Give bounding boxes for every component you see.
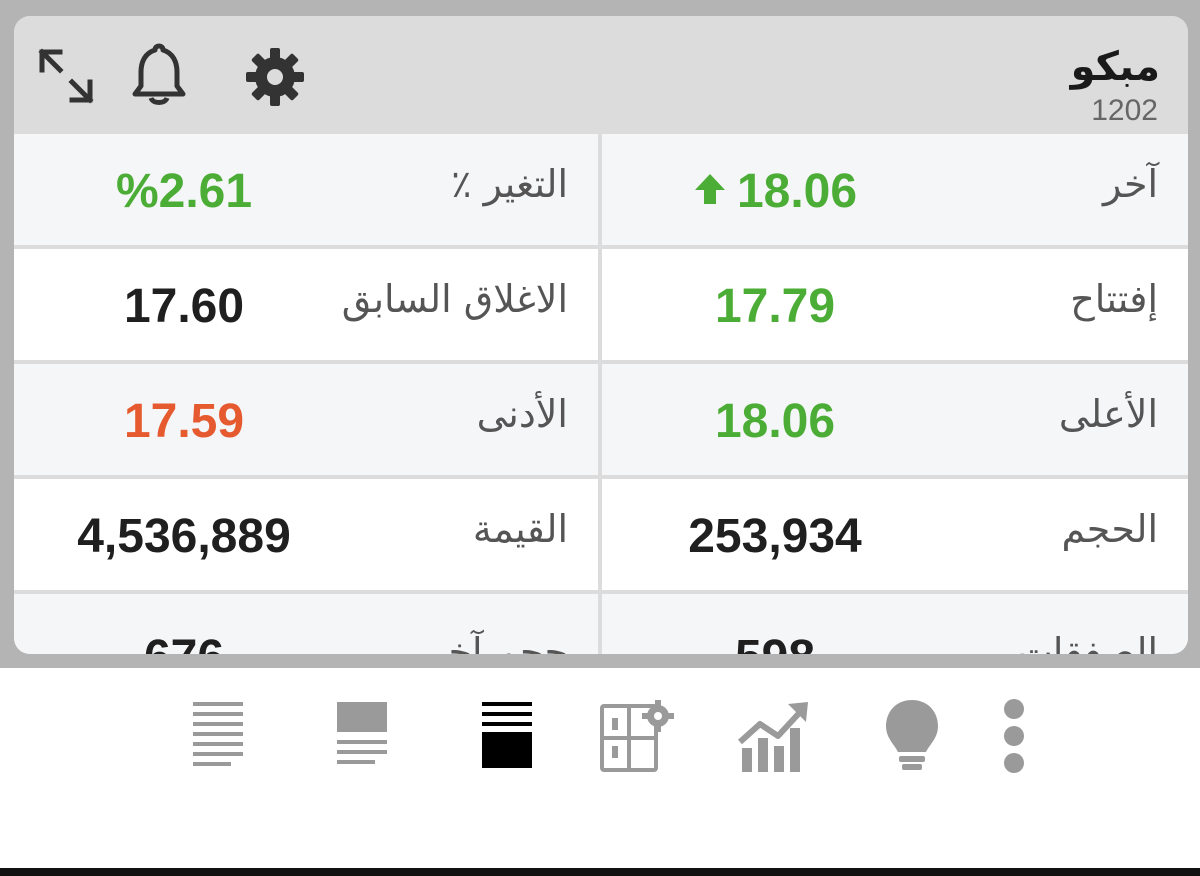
quote-row: الصفقات 598 حجم آخر 676 — [14, 592, 1188, 654]
quote-header: مبكو 1202 — [14, 16, 1188, 132]
low-value: 17.59 — [123, 395, 245, 448]
field-label: التغير ٪ — [451, 162, 568, 206]
field-label: حجم آخر — [427, 630, 568, 654]
expand-icon[interactable] — [36, 46, 96, 106]
quote-cell-last-volume: حجم آخر 676 — [14, 594, 598, 654]
field-label: الأعلى — [1058, 392, 1158, 436]
last-price-value: 18.06 — [602, 164, 948, 222]
bell-icon[interactable] — [126, 40, 192, 110]
settings-panel-icon[interactable] — [596, 696, 676, 776]
quote-row: الأعلى 18.06 الأدنى 17.59 — [14, 362, 1188, 475]
list-view-icon[interactable] — [178, 696, 258, 776]
prev-close-value: 17.60 — [123, 280, 245, 333]
quote-cell-change-percent: التغير ٪ %2.61 — [14, 134, 598, 245]
quote-cell-volume: الحجم 253,934 — [602, 479, 1188, 590]
quote-cell-trades: الصفقات 598 — [602, 594, 1188, 654]
quote-card: مبكو 1202 آخر 18.06 التغير ٪ %2.61 إفتتا… — [14, 16, 1188, 654]
field-label: آخر — [1102, 162, 1158, 206]
field-label: إفتتاح — [1070, 277, 1158, 321]
arrow-up-icon — [693, 163, 727, 218]
high-value: 18.06 — [714, 395, 836, 448]
field-label: الحجم — [1061, 507, 1158, 551]
quote-panel-frame: مبكو 1202 آخر 18.06 التغير ٪ %2.61 إفتتا… — [0, 0, 1200, 668]
bottom-edge — [0, 868, 1200, 876]
quote-cell-turnover: القيمة 4,536,889 — [14, 479, 598, 590]
change-percent-value: %2.61 — [115, 165, 253, 218]
company-code: 1202 — [1091, 94, 1158, 127]
depth-view-icon[interactable] — [467, 696, 547, 776]
company-name: مبكو — [1070, 44, 1160, 90]
quote-cell-prev-close: الاغلاق السابق 17.60 — [14, 249, 598, 360]
open-value: 17.79 — [714, 280, 836, 333]
more-icon[interactable] — [974, 696, 1054, 776]
last-volume-value: 676 — [14, 630, 354, 654]
quote-cell-last: آخر 18.06 — [602, 134, 1188, 245]
gear-icon[interactable] — [242, 44, 308, 110]
field-label: الصفقات — [1017, 630, 1158, 654]
quote-cell-open: إفتتاح 17.79 — [602, 249, 1188, 360]
turnover-value: 4,536,889 — [77, 510, 291, 563]
quote-row: إفتتاح 17.79 الاغلاق السابق 17.60 — [14, 247, 1188, 360]
quote-cell-high: الأعلى 18.06 — [602, 364, 1188, 475]
chart-icon[interactable] — [734, 696, 814, 776]
quote-row: الحجم 253,934 القيمة 4,536,889 — [14, 477, 1188, 590]
volume-value: 253,934 — [688, 510, 862, 563]
quote-row: آخر 18.06 التغير ٪ %2.61 — [14, 132, 1188, 245]
trades-value: 598 — [602, 630, 948, 654]
field-label: الأدنى — [476, 392, 568, 436]
last-price-text: 18.06 — [736, 165, 858, 218]
summary-view-icon[interactable] — [322, 696, 402, 776]
field-label: القيمة — [472, 507, 568, 551]
quote-cell-low: الأدنى 17.59 — [14, 364, 598, 475]
view-toolbar — [0, 668, 1200, 788]
field-label: الاغلاق السابق — [341, 277, 568, 321]
lightbulb-icon[interactable] — [872, 696, 952, 776]
